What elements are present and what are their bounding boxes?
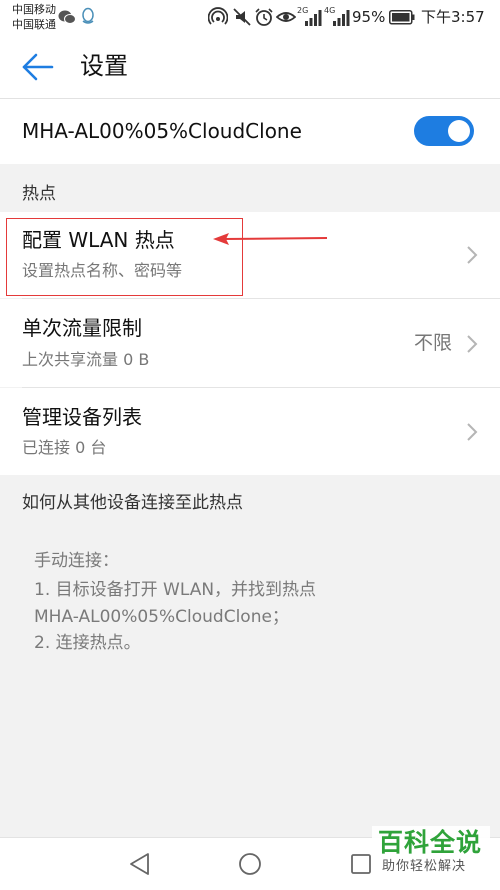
signal-1-icon [305,10,322,26]
howto-line: MHA-AL00%05%CloudClone； [34,607,289,627]
chevron-right-icon [467,423,478,441]
watermark-subtitle: 助你轻松解决 [382,859,467,874]
page-title: 设置 [80,52,128,80]
item-subtitle: 上次共享流量 0 B [22,350,150,369]
hotspot-toggle-row[interactable]: MHA-AL00%05%CloudClone [0,99,500,164]
app-header: 设置 [0,36,500,99]
item-subtitle: 已连接 0 台 [22,438,107,457]
carrier-2: 中国联通 [12,18,56,31]
switch-knob [448,120,470,142]
hotspot-name: MHA-AL00%05%CloudClone [22,119,302,143]
annotation-box [6,218,243,296]
section-title-hotspot: 热点 [22,184,56,204]
item-title: 单次流量限制 [22,316,142,340]
nav-back-icon[interactable] [128,852,150,876]
annotation-arrow-icon [213,233,328,245]
howto-line: 1. 目标设备打开 WLAN，并找到热点 [34,580,317,600]
wechat-icon [58,10,76,24]
status-bar: 中国移动 中国联通 2G 4G 95% 下午3:57 [0,0,500,36]
nav-home-icon[interactable] [238,852,262,876]
carrier-1: 中国移动 [12,3,56,16]
list-item-data-limit[interactable]: 单次流量限制 上次共享流量 0 B 不限 [0,299,500,387]
back-arrow-icon[interactable] [20,51,56,83]
mute-icon [233,8,251,26]
watermark: 百科全说 助你轻松解决 [372,826,490,882]
qq-icon [82,7,94,24]
data-limit-value: 不限 [414,332,453,354]
section-title-howto: 如何从其他设备连接至此热点 [22,493,243,513]
watermark-title: 百科全说 [378,828,483,857]
chevron-right-icon [467,246,478,264]
hotspot-switch[interactable] [414,116,474,146]
chevron-right-icon [467,335,478,353]
howto-line: 2. 连接热点。 [34,633,141,653]
signal-2-icon [333,10,350,26]
hotspot-icon [208,7,228,25]
clock: 下午3:57 [421,8,485,26]
alarm-icon [255,8,273,26]
list-item-device-list[interactable]: 管理设备列表 已连接 0 台 [0,388,500,475]
eye-comfort-icon [276,12,296,22]
nav-recents-icon[interactable] [350,853,372,875]
howto-line: 手动连接： [34,551,119,571]
battery-icon [389,10,415,25]
howto-instructions: 手动连接： 1. 目标设备打开 WLAN，并找到热点 MHA-AL00%05%C… [0,523,500,837]
item-title: 管理设备列表 [22,405,142,429]
battery-percent: 95% [352,8,386,26]
